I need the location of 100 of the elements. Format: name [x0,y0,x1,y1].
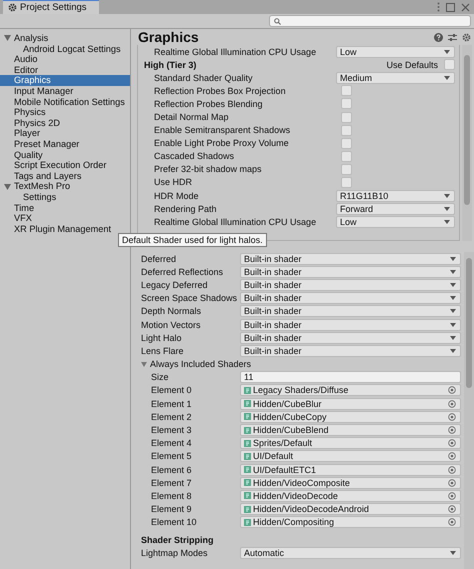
sidebar-item[interactable]: TextMesh Pro [0,181,130,192]
dropdown[interactable]: Low [336,216,455,228]
search-icon [274,18,281,24]
object-field[interactable]: Hidden/CubeBlur [240,398,461,410]
setting-label: Element 7 [150,478,192,488]
sidebar-item[interactable]: Script Execution Order [0,160,130,171]
sidebar-item[interactable]: XR Plugin Management [0,224,130,234]
caret-icon [444,206,450,211]
object-field[interactable]: Sprites/Default [240,437,461,450]
caret-icon [450,256,456,261]
checkbox[interactable] [341,150,352,162]
setting-label: Rendering Path [154,204,217,214]
setting-label: Element 5 [150,451,192,462]
caret-icon [444,76,450,80]
sidebar-item[interactable]: Physics [0,107,130,118]
checkbox[interactable] [341,124,352,136]
sidebar-item[interactable]: VFX [0,213,130,224]
checkbox[interactable] [341,138,352,149]
setting-label: Cascaded Shadows [154,151,234,162]
caret-icon [450,309,456,314]
expand-arrow-icon[interactable] [4,35,11,42]
checkbox[interactable] [341,98,352,110]
setting-label: Use HDR [154,177,192,188]
setting-label: Screen Space Shadows [141,293,238,304]
sidebar-item[interactable]: Settings [0,192,130,202]
foldout-header[interactable]: Always Included Shaders [141,358,461,371]
close-icon[interactable] [461,2,470,12]
expand-arrow-icon[interactable] [4,184,11,190]
settings-icon[interactable] [462,32,471,42]
shader-icon [244,452,251,460]
object-field[interactable]: Hidden/VideoDecodeAndroid [240,503,461,516]
dropdown[interactable]: Built-in shader [240,318,461,331]
sidebar-item[interactable]: Graphics [0,75,130,86]
dropdown[interactable]: R11G11B10 [336,190,455,202]
shader-icon [244,492,251,500]
object-field[interactable]: UI/Default [240,450,461,462]
dropdown[interactable]: Medium [336,72,455,84]
shader-icon [244,440,251,447]
sidebar-item[interactable]: Player [0,128,130,139]
caret-icon [450,348,456,353]
number-field[interactable]: 11 [240,371,461,384]
setting-label: Element 4 [150,438,192,448]
checkbox[interactable] [341,85,352,96]
sidebar-item[interactable]: Quality [0,150,130,160]
setting-label: Element 9 [150,504,192,514]
dropdown[interactable]: Forward [336,202,455,215]
object-field[interactable]: Hidden/VideoDecode [240,490,461,502]
dropdown[interactable]: Built-in shader [240,305,461,318]
setting-label: Reflection Probes Blending [154,98,263,109]
sidebar-item[interactable]: Physics 2D [0,118,130,128]
search-field[interactable] [269,15,471,27]
sidebar-item[interactable]: Preset Manager [0,138,130,150]
sidebar-item[interactable]: Input Manager [0,86,130,97]
object-field[interactable]: Hidden/Compositing [240,516,461,528]
object-field[interactable]: Hidden/CubeBlend [240,424,461,436]
shader-icon [244,426,251,434]
scrollbar[interactable] [462,45,472,241]
sidebar-item[interactable]: Tags and Layers [0,170,130,182]
caret-icon [450,550,456,555]
sidebar-item[interactable]: Mobile Notification Settings [0,96,130,108]
dropdown[interactable]: Built-in shader [240,332,461,344]
object-field[interactable]: Hidden/CubeCopy [240,410,461,423]
object-field[interactable]: UI/DefaultETC1 [240,464,461,476]
maximize-icon[interactable] [446,2,455,12]
setting-label: Element 1 [150,398,192,409]
scrollbar[interactable] [464,252,474,569]
checkbox[interactable] [444,59,455,70]
more-options-icon[interactable] [437,2,440,12]
setting-label: Legacy Deferred [141,280,208,290]
tooltip: Default Shader used for light halos. [118,233,267,247]
sidebar-item[interactable]: Android Logcat Settings [0,44,130,54]
expand-arrow-icon[interactable] [141,362,147,367]
window-tab[interactable]: Project Settings [3,0,99,14]
sidebar-item[interactable]: Time [0,202,130,214]
dropdown[interactable]: Low [336,46,455,58]
use-defaults-label: Use Defaults [386,60,438,70]
setting-label: Detail Normal Map [154,112,229,122]
object-field[interactable]: Hidden/VideoComposite [240,476,461,489]
dropdown[interactable]: Built-in shader [240,266,461,278]
caret-icon [450,296,456,300]
checkbox[interactable] [341,176,352,188]
dropdown[interactable]: Built-in shader [240,278,461,291]
sidebar-item[interactable]: Audio [0,54,130,65]
sliders-icon[interactable] [448,32,457,42]
sidebar-item[interactable]: Analysis [0,33,130,44]
dropdown[interactable]: Automatic [240,546,461,559]
setting-label: Lightmap Modes [141,548,208,558]
setting-label: Reflection Probes Box Projection [154,86,286,96]
caret-icon [450,336,456,340]
help-icon[interactable] [434,32,443,42]
caret-icon [444,50,450,54]
checkbox[interactable] [341,164,352,175]
dropdown[interactable]: Built-in shader [240,344,461,357]
dropdown[interactable]: Built-in shader [240,292,461,304]
dropdown[interactable]: Built-in shader [240,252,461,265]
shader-icon [244,413,251,420]
checkbox[interactable] [341,112,352,123]
object-field[interactable]: Legacy Shaders/Diffuse [240,384,461,396]
caret-icon [450,322,456,327]
sidebar-item[interactable]: Editor [0,64,130,76]
